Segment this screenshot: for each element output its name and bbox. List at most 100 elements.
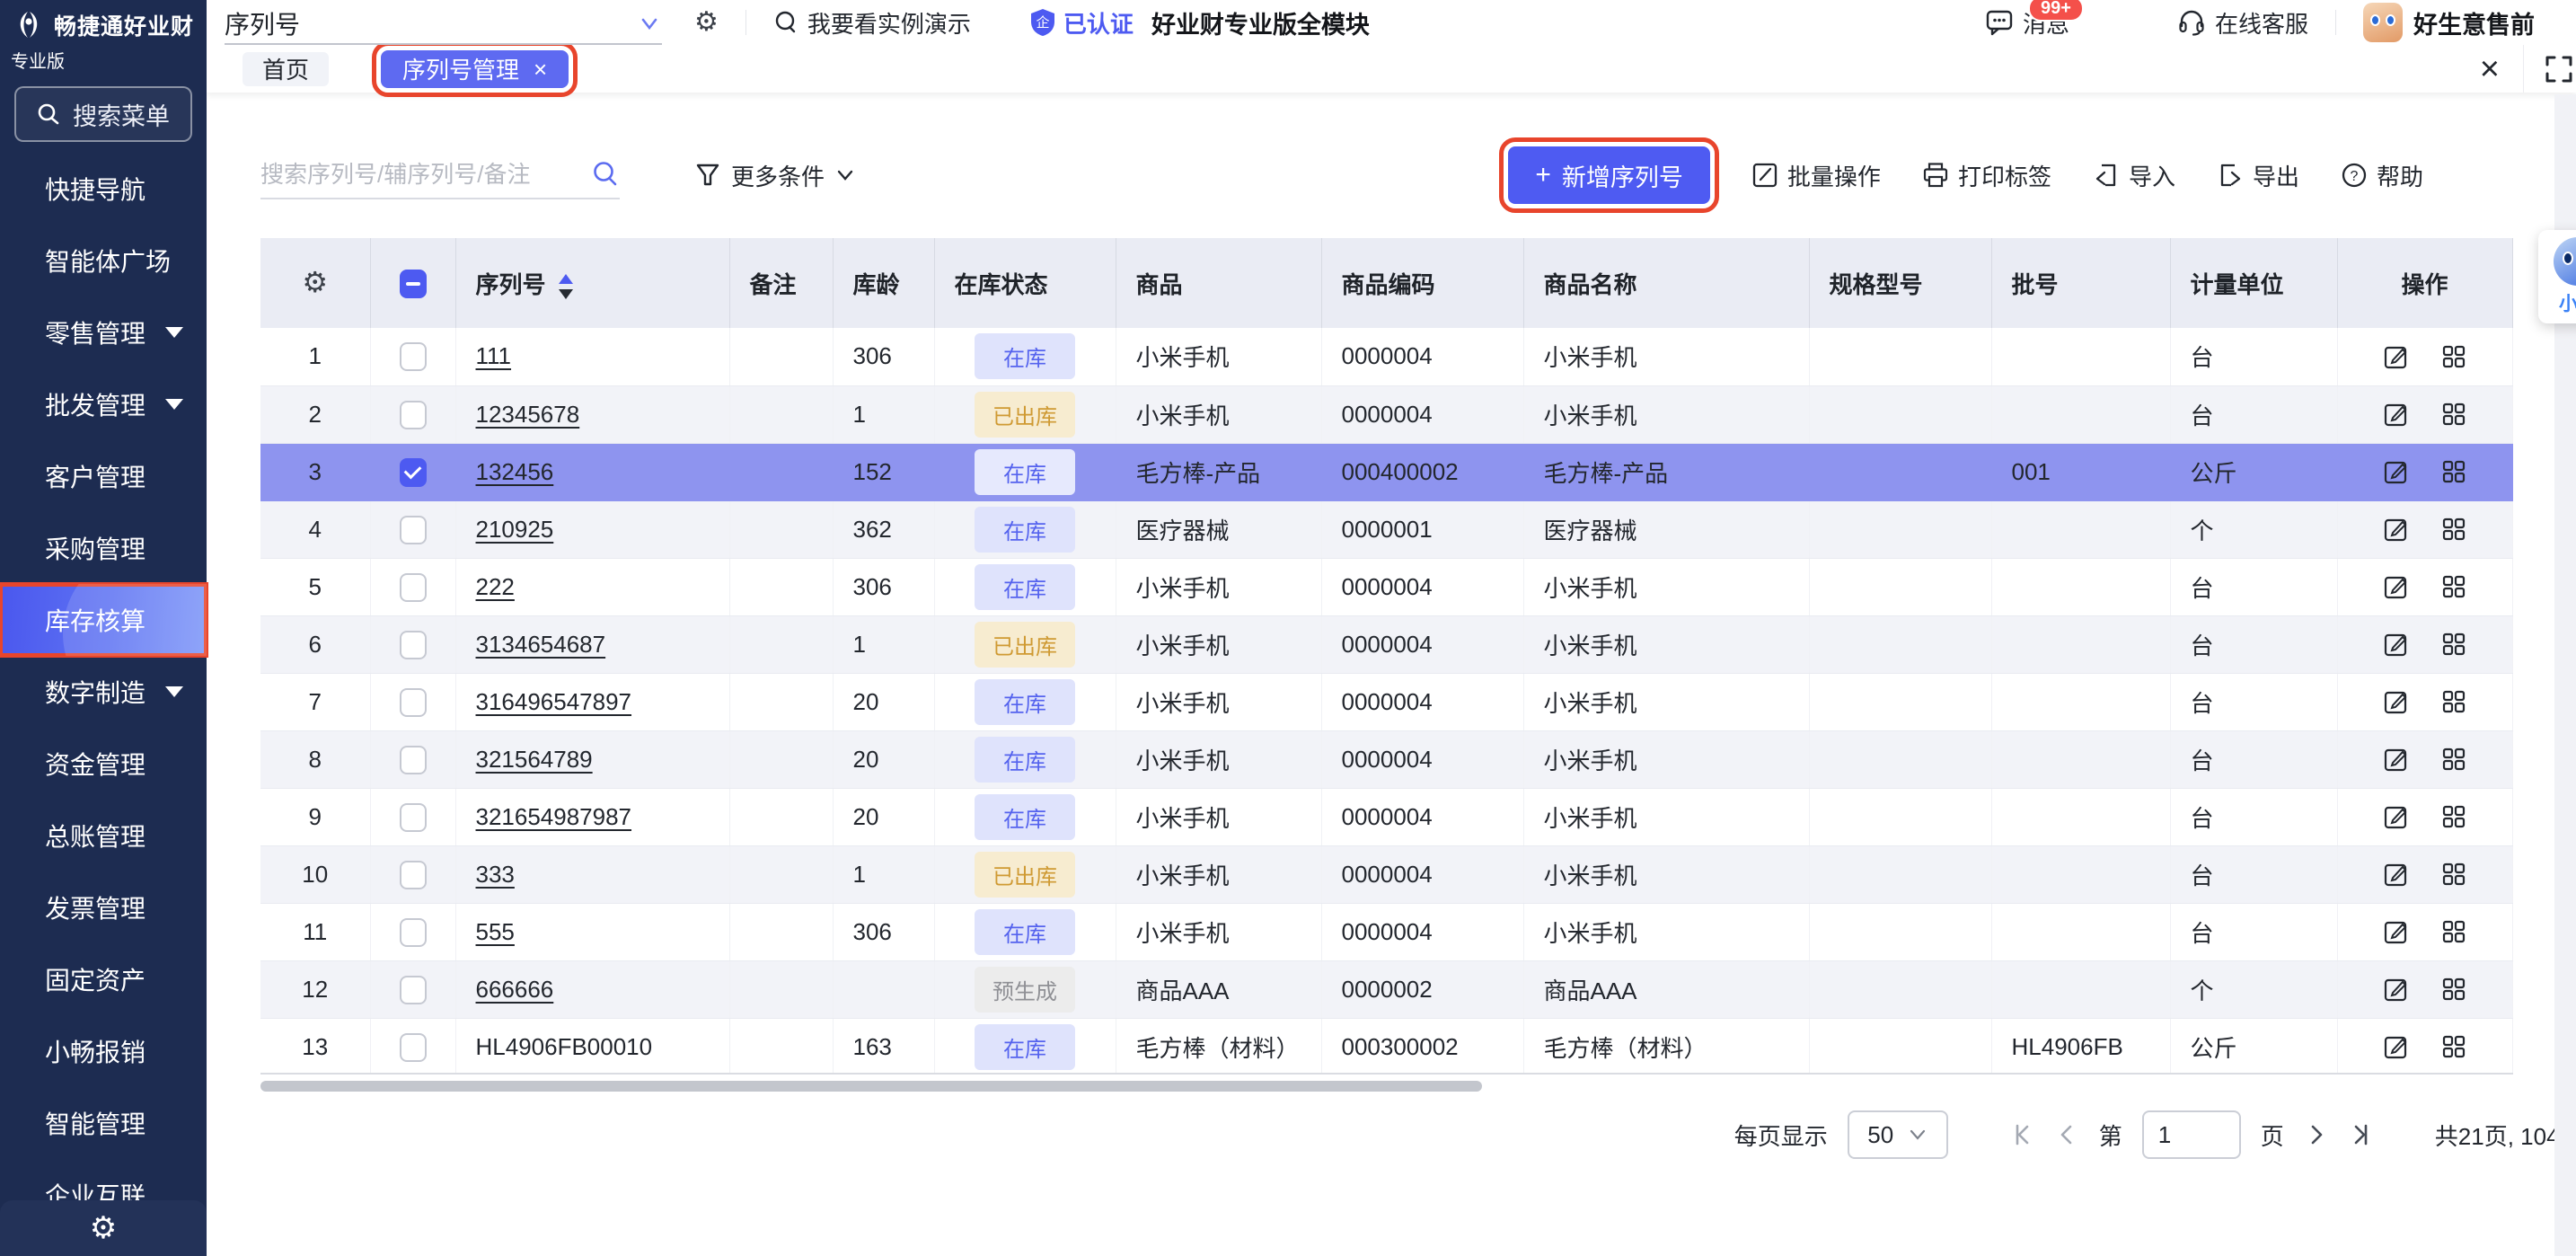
serial-link[interactable]: 210925: [476, 516, 554, 543]
row-checkbox[interactable]: [400, 1033, 427, 1062]
row-edit-icon[interactable]: [2383, 976, 2410, 1003]
row-checkbox[interactable]: [400, 746, 427, 774]
more-filters-button[interactable]: 更多条件: [695, 159, 855, 192]
horizontal-scrollbar-thumb[interactable]: [260, 1081, 1482, 1092]
row-checkbox[interactable]: [400, 976, 427, 1004]
row-edit-icon[interactable]: [2383, 746, 2410, 773]
sidebar-item-9[interactable]: 总账管理: [0, 800, 207, 871]
row-edit-icon[interactable]: [2383, 1033, 2410, 1060]
sort-icons[interactable]: [559, 274, 573, 299]
row-related-icon[interactable]: [2440, 861, 2467, 888]
row-checkbox[interactable]: [400, 803, 427, 832]
import-button[interactable]: 导入: [2093, 159, 2175, 192]
row-related-icon[interactable]: [2440, 458, 2467, 485]
row-related-icon[interactable]: [2440, 918, 2467, 945]
row-edit-icon[interactable]: [2383, 861, 2410, 888]
serial-link[interactable]: 555: [476, 918, 515, 945]
row-related-icon[interactable]: [2440, 803, 2467, 830]
row-edit-icon[interactable]: [2383, 688, 2410, 715]
sidebar-item-13[interactable]: 智能管理: [0, 1087, 207, 1159]
per-page-select[interactable]: 50: [1848, 1110, 1948, 1159]
help-button[interactable]: ? 帮助: [2341, 159, 2423, 192]
row-related-icon[interactable]: [2440, 1033, 2467, 1060]
row-related-icon[interactable]: [2440, 573, 2467, 600]
table-row[interactable]: 3132456152在库毛方棒-产品000400002毛方棒-产品001公斤: [260, 443, 2512, 500]
tab-close-icon[interactable]: ×: [534, 57, 547, 81]
row-checkbox[interactable]: [400, 688, 427, 717]
row-related-icon[interactable]: [2440, 343, 2467, 370]
serial-link[interactable]: 132456: [476, 458, 554, 485]
serial-link[interactable]: 666666: [476, 976, 554, 1003]
close-page-icon[interactable]: ×: [2457, 52, 2523, 86]
row-checkbox[interactable]: [400, 918, 427, 947]
settings-gear-icon[interactable]: ⚙: [90, 1213, 117, 1243]
row-related-icon[interactable]: [2440, 516, 2467, 543]
serial-link[interactable]: 12345678: [476, 401, 580, 428]
table-row[interactable]: 4210925362在库医疗器械0000001医疗器械个: [260, 500, 2512, 558]
sidebar-item-3[interactable]: 批发管理: [0, 368, 207, 440]
row-checkbox[interactable]: [400, 516, 427, 544]
row-related-icon[interactable]: [2440, 401, 2467, 428]
row-related-icon[interactable]: [2440, 631, 2467, 658]
row-checkbox[interactable]: [400, 458, 427, 487]
sidebar-item-12[interactable]: 小畅报销: [0, 1015, 207, 1087]
add-serial-button[interactable]: + 新增序列号: [1508, 146, 1710, 204]
table-row[interactable]: 11555306在库小米手机0000004小米手机台: [260, 903, 2512, 960]
print-labels-button[interactable]: 打印标签: [1922, 159, 2051, 192]
fullscreen-icon[interactable]: [2524, 54, 2576, 84]
table-row[interactable]: 731649654789720在库小米手机0000004小米手机台: [260, 673, 2512, 730]
row-checkbox[interactable]: [400, 631, 427, 659]
serial-link[interactable]: 3134654687: [476, 631, 606, 658]
serial-search-field[interactable]: [260, 151, 620, 199]
row-edit-icon[interactable]: [2383, 631, 2410, 658]
messages-button[interactable]: 消息 99+: [1985, 6, 2069, 40]
serial-link[interactable]: 321654987987: [476, 803, 632, 830]
sidebar-item-2[interactable]: 零售管理: [0, 296, 207, 368]
menu-search-box[interactable]: 搜索菜单: [14, 86, 192, 142]
sidebar-item-4[interactable]: 客户管理: [0, 440, 207, 512]
table-row[interactable]: 103331已出库小米手机0000004小米手机台: [260, 845, 2512, 903]
nav-settings-gear-icon[interactable]: ⚙: [694, 9, 719, 36]
online-support-button[interactable]: 在线客服: [2177, 6, 2308, 40]
row-edit-icon[interactable]: [2383, 343, 2410, 370]
sidebar-item-11[interactable]: 固定资产: [0, 943, 207, 1015]
serial-search-input[interactable]: [260, 161, 591, 189]
sidebar-item-8[interactable]: 资金管理: [0, 728, 207, 800]
tab-serial-management[interactable]: 序列号管理 ×: [381, 50, 569, 88]
row-edit-icon[interactable]: [2383, 803, 2410, 830]
row-edit-icon[interactable]: [2383, 573, 2410, 600]
table-row[interactable]: 1111306在库小米手机0000004小米手机台: [260, 328, 2512, 385]
row-related-icon[interactable]: [2440, 976, 2467, 1003]
table-row[interactable]: 2123456781已出库小米手机0000004小米手机台: [260, 385, 2512, 443]
row-checkbox[interactable]: [400, 861, 427, 889]
sidebar-item-7[interactable]: 数字制造: [0, 656, 207, 728]
sidebar-item-5[interactable]: 采购管理: [0, 512, 207, 584]
prev-page-button[interactable]: [2054, 1122, 2079, 1147]
serial-link[interactable]: 321564789: [476, 746, 593, 773]
last-page-button[interactable]: [2349, 1122, 2374, 1147]
sidebar-item-10[interactable]: 发票管理: [0, 871, 207, 943]
row-edit-icon[interactable]: [2383, 458, 2410, 485]
tab-home[interactable]: 首页: [243, 52, 329, 86]
search-icon[interactable]: [591, 160, 620, 189]
next-page-button[interactable]: [2304, 1122, 2329, 1147]
serial-link[interactable]: 111: [476, 342, 512, 369]
serial-link[interactable]: 222: [476, 573, 515, 600]
serial-link[interactable]: 316496547897: [476, 688, 632, 715]
certified-badge[interactable]: 企 已认证: [1029, 6, 1134, 40]
page-nav-dropdown[interactable]: 序列号: [225, 4, 662, 45]
first-page-button[interactable]: [2009, 1122, 2034, 1147]
page-number-input[interactable]: [2142, 1110, 2241, 1159]
table-row[interactable]: 13HL4906FB00010163在库毛方棒（材料）000300002毛方棒（…: [260, 1018, 2512, 1075]
table-row[interactable]: 932165498798720在库小米手机0000004小米手机台: [260, 788, 2512, 845]
select-all-checkbox[interactable]: [400, 270, 427, 298]
table-row[interactable]: 12666666预生成商品AAA0000002商品AAA个: [260, 960, 2512, 1018]
column-settings-icon[interactable]: ⚙: [302, 266, 328, 298]
row-related-icon[interactable]: [2440, 746, 2467, 773]
row-edit-icon[interactable]: [2383, 918, 2410, 945]
row-checkbox[interactable]: [400, 342, 427, 371]
table-row[interactable]: 832156478920在库小米手机0000004小米手机台: [260, 730, 2512, 788]
table-row[interactable]: 631346546871已出库小米手机0000004小米手机台: [260, 615, 2512, 673]
table-row[interactable]: 5222306在库小米手机0000004小米手机台: [260, 558, 2512, 615]
row-checkbox[interactable]: [400, 573, 427, 602]
